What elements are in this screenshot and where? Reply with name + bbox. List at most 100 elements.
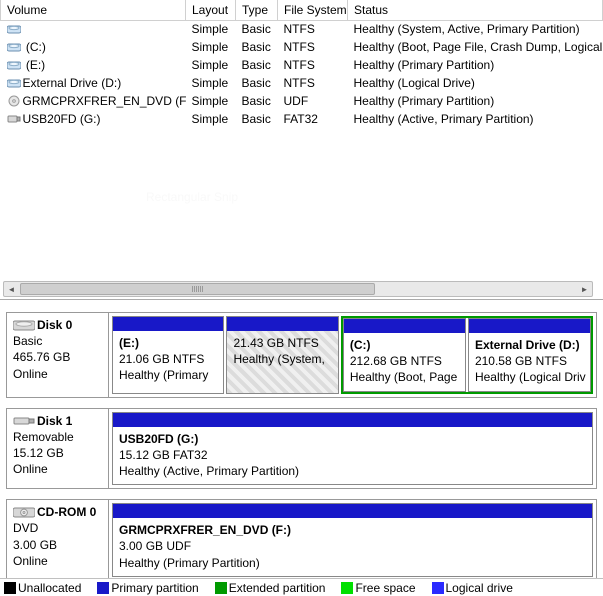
volume-name: GRMCPRXFRER_EN_DVD (F:) xyxy=(23,94,186,108)
disk-size: 465.76 GB xyxy=(13,349,102,365)
volume-fs: NTFS xyxy=(278,56,348,74)
volume-fs: NTFS xyxy=(278,74,348,92)
table-row[interactable]: (E:) SimpleBasicNTFSHealthy (Primary Part… xyxy=(1,56,603,74)
disk-title: Disk 1 xyxy=(37,414,72,428)
volume-name: (C:) xyxy=(23,40,46,54)
volume-icon xyxy=(7,95,21,107)
partition-header xyxy=(113,413,592,427)
partition[interactable]: 21.43 GB NTFSHealthy (System, xyxy=(226,316,338,394)
col-filesystem[interactable]: File System xyxy=(278,0,348,20)
disk-state: Online xyxy=(13,553,102,569)
volume-fs: NTFS xyxy=(278,20,348,38)
volume-status: Healthy (System, Active, Primary Partiti… xyxy=(348,20,603,38)
table-row[interactable]: (C:)SimpleBasicNTFSHealthy (Boot, Page F… xyxy=(1,38,603,56)
col-type[interactable]: Type xyxy=(236,0,278,20)
disk-kind: Basic xyxy=(13,333,102,349)
table-row[interactable]: SimpleBasicNTFSHealthy (System, Active, … xyxy=(1,20,603,38)
volume-status: Healthy (Active, Primary Partition) xyxy=(348,110,603,128)
table-row[interactable]: GRMCPRXFRER_EN_DVD (F:)SimpleBasicUDFHea… xyxy=(1,92,603,110)
table-row[interactable]: External Drive (D:)SimpleBasicNTFSHealth… xyxy=(1,74,603,92)
partition-label: GRMCPRXFRER_EN_DVD (F:) xyxy=(119,522,586,538)
volume-icon xyxy=(7,41,21,53)
volume-name: (E:) xyxy=(23,58,46,72)
col-volume[interactable]: Volume xyxy=(1,0,186,20)
volume-type: Basic xyxy=(236,56,278,74)
partition[interactable]: (C:)212.68 GB NTFSHealthy (Boot, Page xyxy=(343,318,466,392)
volume-icon xyxy=(7,77,21,89)
disk-row: CD-ROM 0DVD3.00 GBOnline GRMCPRXFRER_EN_D… xyxy=(6,499,597,578)
volume-icon xyxy=(7,23,21,35)
disk-icon xyxy=(13,415,35,427)
partition-strip: (E:)21.06 GB NTFSHealthy (Primary21.43 G… xyxy=(109,313,596,397)
disk-kind: Removable xyxy=(13,429,102,445)
col-status[interactable]: Status xyxy=(348,0,603,20)
scroll-right-icon[interactable]: ► xyxy=(577,282,592,296)
partition-size: 21.43 GB NTFS xyxy=(233,335,331,351)
partition-size: 210.58 GB NTFS xyxy=(475,353,584,369)
legend-label-freespace: Free space xyxy=(355,581,415,595)
volume-fs: FAT32 xyxy=(278,110,348,128)
partition[interactable]: USB20FD (G:)15.12 GB FAT32Healthy (Activ… xyxy=(112,412,593,486)
partition[interactable]: GRMCPRXFRER_EN_DVD (F:)3.00 GB UDFHealth… xyxy=(112,503,593,577)
volume-name: USB20FD (G:) xyxy=(23,112,101,126)
disk-title: Disk 0 xyxy=(37,318,72,332)
volume-fs: UDF xyxy=(278,92,348,110)
scroll-left-icon[interactable]: ◄ xyxy=(4,282,19,296)
legend-bar: Unallocated Primary partition Extended p… xyxy=(0,578,603,596)
volumes-table[interactable]: Volume Layout Type File System Status Si… xyxy=(0,0,603,128)
partition-header xyxy=(113,317,223,331)
volume-icon xyxy=(7,59,21,71)
legend-swatch-unallocated xyxy=(4,582,16,594)
partition-status: Healthy (Boot, Page xyxy=(350,369,459,385)
legend-swatch-primary xyxy=(97,582,109,594)
partition-size: 3.00 GB UDF xyxy=(119,538,586,554)
legend-swatch-freespace xyxy=(341,582,353,594)
volume-type: Basic xyxy=(236,110,278,128)
volume-type: Basic xyxy=(236,20,278,38)
extended-partition-container: (C:)212.68 GB NTFSHealthy (Boot, PageExt… xyxy=(341,316,593,394)
partition-header xyxy=(344,319,465,333)
disk-info: Disk 0Basic465.76 GBOnline xyxy=(7,313,109,397)
partition-size: 21.06 GB NTFS xyxy=(119,351,217,367)
legend-label-extended: Extended partition xyxy=(229,581,326,595)
legend-swatch-extended xyxy=(215,582,227,594)
col-layout[interactable]: Layout xyxy=(186,0,236,20)
partition-size: 15.12 GB FAT32 xyxy=(119,447,586,463)
disk-info: Disk 1Removable15.12 GBOnline xyxy=(7,409,109,489)
disk-title: CD-ROM 0 xyxy=(37,505,96,519)
partition-label: USB20FD (G:) xyxy=(119,431,586,447)
disk-row: Disk 0Basic465.76 GBOnline(E:)21.06 GB N… xyxy=(6,312,597,398)
table-row[interactable]: USB20FD (G:)SimpleBasicFAT32Healthy (Act… xyxy=(1,110,603,128)
disk-size: 3.00 GB xyxy=(13,537,102,553)
partition-status: Healthy (Active, Primary Partition) xyxy=(119,463,586,479)
partition-strip: USB20FD (G:)15.12 GB FAT32Healthy (Activ… xyxy=(109,409,596,489)
partition-header xyxy=(113,504,592,518)
legend-label-unallocated: Unallocated xyxy=(18,581,81,595)
volumes-pane: Volume Layout Type File System Status Si… xyxy=(0,0,603,300)
partition[interactable]: External Drive (D:)210.58 GB NTFSHealthy… xyxy=(468,318,591,392)
partition-header xyxy=(227,317,337,331)
disk-icon xyxy=(13,506,35,518)
scrollbar-thumb[interactable] xyxy=(20,283,375,295)
disk-kind: DVD xyxy=(13,520,102,536)
partition-strip: GRMCPRXFRER_EN_DVD (F:)3.00 GB UDFHealth… xyxy=(109,500,596,578)
partition-status: Healthy (Primary Partition) xyxy=(119,555,586,571)
partition-label: External Drive (D:) xyxy=(475,337,584,353)
volume-status: Healthy (Boot, Page File, Crash Dump, Lo… xyxy=(348,38,603,56)
legend-label-logical: Logical drive xyxy=(446,581,513,595)
disk-state: Online xyxy=(13,461,102,477)
partition[interactable]: (E:)21.06 GB NTFSHealthy (Primary xyxy=(112,316,224,394)
disk-state: Online xyxy=(13,366,102,382)
volumes-horizontal-scrollbar[interactable]: ◄ ► xyxy=(3,281,593,297)
volume-type: Basic xyxy=(236,38,278,56)
partition-label: (E:) xyxy=(119,335,217,351)
partition-status: Healthy (System, xyxy=(233,351,331,367)
partition-size: 212.68 GB NTFS xyxy=(350,353,459,369)
volume-status: Healthy (Primary Partition) xyxy=(348,92,603,110)
partition-status: Healthy (Primary xyxy=(119,367,217,383)
volume-status: Healthy (Logical Drive) xyxy=(348,74,603,92)
volume-fs: NTFS xyxy=(278,38,348,56)
volume-layout: Simple xyxy=(186,56,236,74)
volume-name: External Drive (D:) xyxy=(23,76,122,90)
volume-status: Healthy (Primary Partition) xyxy=(348,56,603,74)
